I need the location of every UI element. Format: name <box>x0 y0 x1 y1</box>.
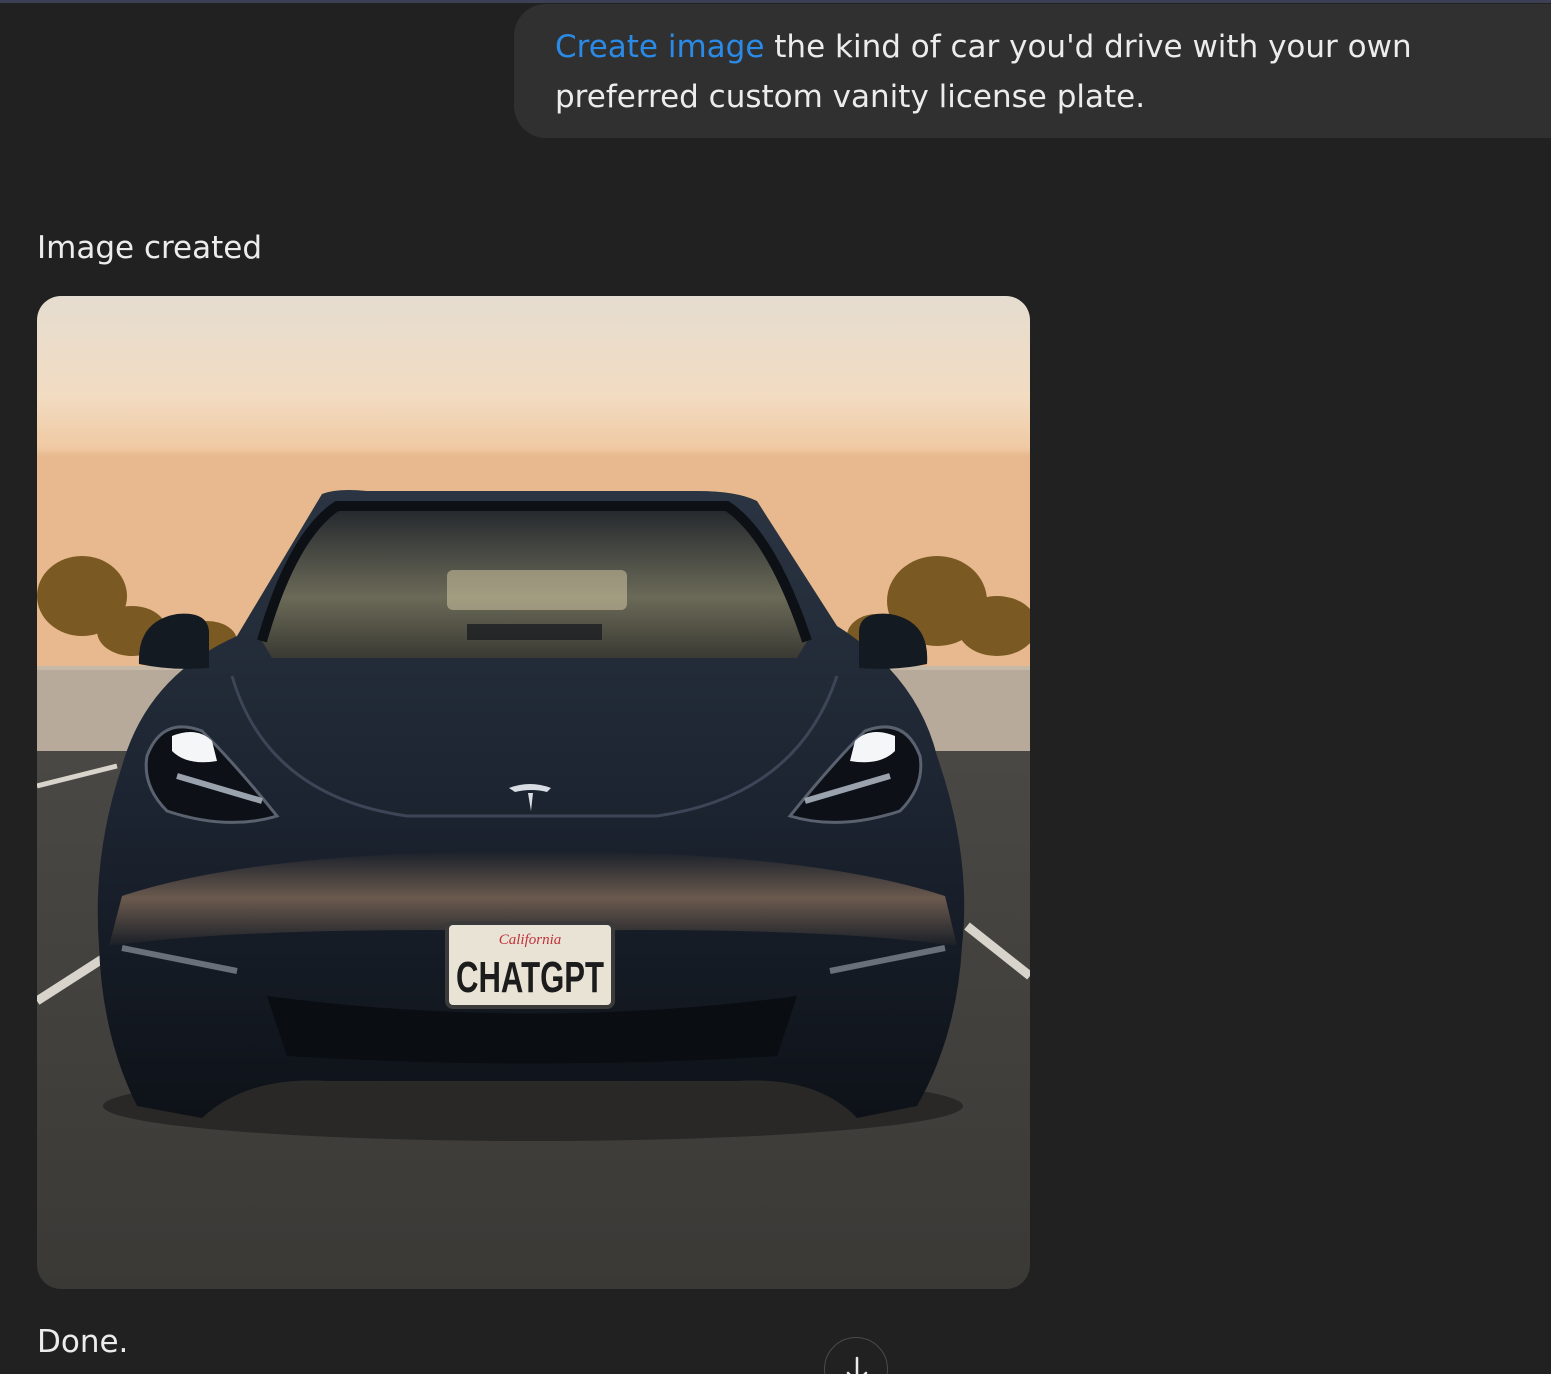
scroll-to-bottom-button[interactable] <box>824 1337 888 1374</box>
create-image-tag[interactable]: Create image <box>555 29 764 65</box>
image-created-label: Image created <box>37 230 263 266</box>
assistant-reply-text: Done. <box>37 1324 129 1360</box>
user-message-text: Create image the kind of car you'd drive… <box>555 22 1545 122</box>
plate-state-text: California <box>499 932 562 948</box>
user-message-bubble: Create image the kind of car you'd drive… <box>514 4 1551 138</box>
plate-text: CHATGPT <box>456 953 604 1002</box>
top-divider <box>0 0 1551 3</box>
arrow-down-icon <box>843 1352 871 1374</box>
car-illustration: California CHATGPT <box>37 296 1030 1289</box>
generated-image[interactable]: California CHATGPT <box>37 296 1030 1289</box>
chat-window: Create image the kind of car you'd drive… <box>0 0 1551 1374</box>
